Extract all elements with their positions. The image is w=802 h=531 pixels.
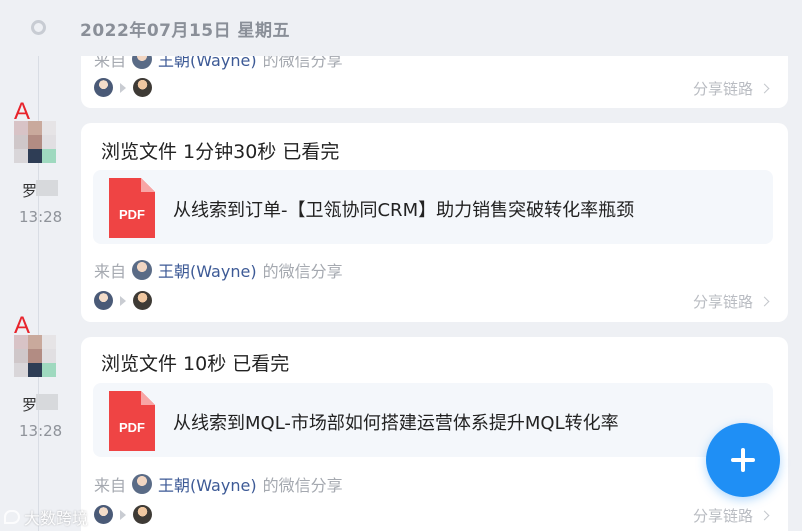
watermark-text: 大数跨境	[24, 509, 89, 528]
path-avatar-viewer	[133, 78, 152, 97]
path-avatar-sharer	[94, 505, 113, 524]
share-path	[94, 78, 152, 97]
share-source: 来自 王朝(Wayne) 的微信分享	[94, 258, 343, 282]
visitor-name: 罗	[22, 396, 38, 414]
date-text: 2022年07月15日 星期五	[80, 21, 291, 41]
share-path	[94, 291, 152, 310]
share-source-suffix: 的微信分享	[262, 476, 343, 495]
share-link-label: 分享链路	[692, 293, 753, 311]
activity-card[interactable]: 浏览文件 10秒 已看完 PDF 从线索到MQL-市场部如何搭建运营体系提升MQ…	[81, 337, 788, 531]
sharer-avatar	[132, 260, 153, 280]
visitor-avatar[interactable]	[14, 335, 58, 379]
file-item[interactable]: PDF 从线索到订单-【卫瓴协同CRM】助力销售突破转化率瓶颈	[93, 170, 773, 244]
share-link-button[interactable]: 分享链路	[692, 78, 770, 99]
pdf-file-icon: PDF	[109, 178, 155, 238]
visitor-info[interactable]: A 罗 13:28	[6, 312, 72, 452]
path-avatar-viewer	[133, 291, 152, 310]
visitor-info[interactable]: A 罗 13:28	[6, 98, 72, 238]
share-source-suffix: 的微信分享	[262, 262, 343, 281]
chevron-right-icon	[759, 296, 770, 307]
visitor-name: 罗	[22, 182, 38, 200]
path-avatar-sharer	[94, 291, 113, 310]
path-arrow-icon	[120, 509, 126, 520]
path-arrow-icon	[120, 295, 126, 306]
share-link-label: 分享链路	[692, 80, 753, 98]
share-link-button[interactable]: 分享链路	[692, 291, 770, 312]
timeline-dot-icon	[31, 20, 46, 35]
share-link-button[interactable]: 分享链路	[692, 505, 770, 526]
file-name[interactable]: 从线索到订单-【卫瓴协同CRM】助力销售突破转化率瓶颈	[173, 196, 634, 222]
visitor-name-mosaic	[36, 394, 58, 410]
file-item[interactable]: PDF 从线索到MQL-市场部如何搭建运营体系提升MQL转化率	[93, 383, 773, 457]
date-header: 2022年07月15日 星期五	[0, 0, 802, 56]
watermark: 大数跨境	[4, 505, 88, 529]
visit-time: 13:28	[19, 208, 63, 226]
share-path	[94, 505, 152, 524]
pdf-file-icon: PDF	[109, 391, 155, 451]
share-source-prefix: 来自	[94, 476, 127, 495]
chat-bubble-icon	[4, 510, 20, 524]
chevron-right-icon	[759, 510, 770, 521]
visitor-name-mosaic	[36, 180, 58, 196]
path-arrow-icon	[120, 82, 126, 93]
activity-title: 浏览文件 1分钟30秒 已看完	[101, 141, 340, 163]
share-source: 来自 王朝(Wayne) 的微信分享	[94, 472, 343, 496]
sharer-name[interactable]: 王朝(Wayne)	[158, 472, 257, 496]
sharer-avatar	[132, 474, 153, 494]
visit-time: 13:28	[19, 422, 63, 440]
add-button[interactable]	[706, 423, 780, 497]
path-avatar-sharer	[94, 78, 113, 97]
share-source-prefix: 来自	[94, 262, 127, 281]
chevron-right-icon	[759, 83, 770, 94]
share-link-label: 分享链路	[692, 507, 753, 525]
file-name[interactable]: 从线索到MQL-市场部如何搭建运营体系提升MQL转化率	[173, 409, 619, 435]
svg-text:PDF: PDF	[119, 420, 145, 435]
activity-title: 浏览文件 10秒 已看完	[101, 353, 290, 375]
sharer-name[interactable]: 王朝(Wayne)	[158, 258, 257, 282]
svg-text:PDF: PDF	[119, 207, 145, 222]
visitor-avatar[interactable]	[14, 121, 58, 165]
path-avatar-viewer	[133, 505, 152, 524]
activity-card[interactable]: 浏览文件 1分钟30秒 已看完 PDF 从线索到订单-【卫瓴协同CRM】助力销售…	[81, 123, 788, 322]
